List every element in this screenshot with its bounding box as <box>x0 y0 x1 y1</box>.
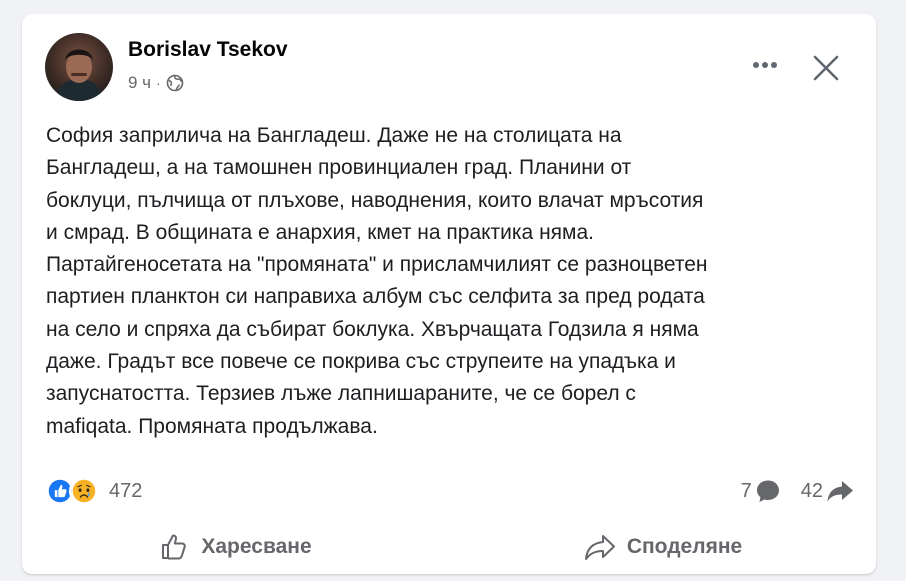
thumbs-up-icon <box>162 534 187 560</box>
more-options-button[interactable] <box>744 50 786 80</box>
close-button[interactable] <box>808 50 844 86</box>
reaction-count: 472 <box>109 479 143 502</box>
post-meta: 9 ч · <box>128 72 184 94</box>
comment-icon <box>756 480 779 502</box>
more-icon <box>753 62 777 68</box>
avatar[interactable] <box>45 33 113 101</box>
reactions-summary[interactable]: 472 <box>45 474 142 508</box>
post-body: София заприлича на Бангладеш. Даже не на… <box>46 124 708 438</box>
shares-stat[interactable]: 42 <box>801 478 854 504</box>
comments-stat[interactable]: 7 <box>741 478 781 504</box>
post-stats: 7 42 <box>741 474 854 508</box>
post-card: Borislav Tsekov 9 ч · София заприлича на… <box>22 14 876 574</box>
share-button[interactable]: Споделяне <box>449 524 876 570</box>
share-icon <box>827 481 853 502</box>
like-button[interactable]: Харесване <box>22 524 449 570</box>
like-label: Харесване <box>201 535 312 558</box>
post-time[interactable]: 9 ч <box>128 73 151 93</box>
meta-separator: · <box>156 75 161 91</box>
share-label: Споделяне <box>626 535 743 558</box>
globe-icon <box>166 74 184 92</box>
avatar-photo <box>55 49 103 101</box>
post-actions: Харесване Споделяне <box>22 524 876 570</box>
close-icon <box>813 55 839 81</box>
comment-count: 7 <box>740 479 752 502</box>
share-count: 42 <box>800 479 823 502</box>
share-arrow-icon <box>584 535 615 560</box>
author-name[interactable]: Borislav Tsekov <box>128 38 288 62</box>
sad-icon <box>69 476 99 506</box>
